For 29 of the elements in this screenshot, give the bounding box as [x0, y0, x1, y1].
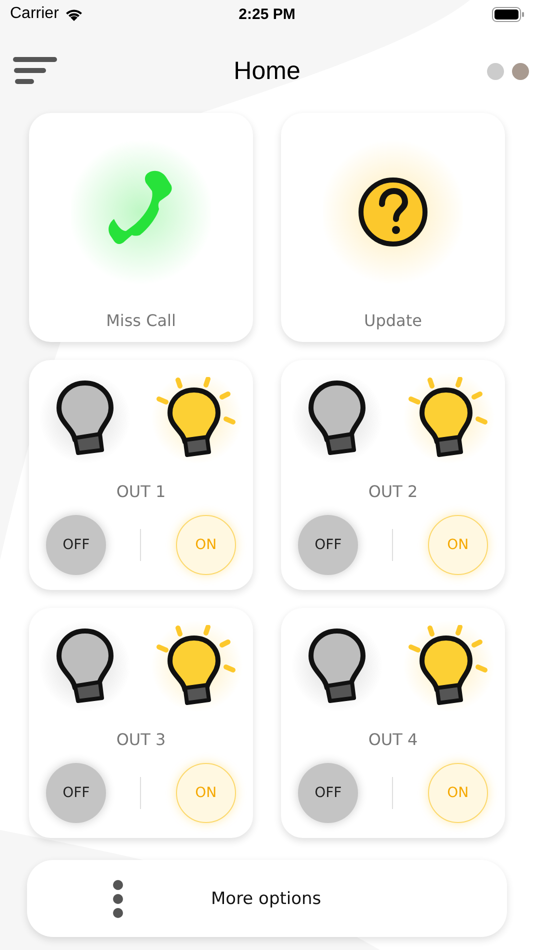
- battery-icon: [492, 6, 524, 22]
- output-name: OUT 3: [116, 730, 166, 749]
- lightbulb-off-icon: [55, 628, 115, 704]
- clock-text: 2:25 PM: [238, 6, 296, 22]
- more-vertical-icon: [112, 878, 124, 918]
- off-button[interactable]: OFF: [46, 515, 106, 575]
- tile-label: Miss Call: [106, 311, 176, 330]
- carrier-text: Carrier: [10, 5, 59, 23]
- output-name: OUT 4: [368, 730, 418, 749]
- output-name: OUT 2: [368, 482, 418, 501]
- page-title: Home: [234, 56, 300, 86]
- lightbulb-off-icon: [307, 628, 367, 704]
- wifi-icon: [64, 7, 84, 21]
- off-button[interactable]: OFF: [46, 763, 106, 823]
- menu-icon[interactable]: [13, 57, 57, 85]
- off-button[interactable]: OFF: [298, 515, 358, 575]
- tile-label: Update: [364, 311, 422, 330]
- lightbulb-on-icon: [156, 377, 238, 459]
- tile-card[interactable]: Update: [281, 113, 505, 342]
- lightbulb-on-icon: [408, 625, 490, 707]
- question-icon: [358, 177, 428, 247]
- lightbulb-off-icon: [55, 380, 115, 456]
- lightbulb-on-icon: [156, 625, 238, 707]
- output-name: OUT 1: [116, 482, 166, 501]
- more-options-button[interactable]: More options: [27, 860, 507, 937]
- lightbulb-on-icon: [408, 377, 490, 459]
- lightbulb-off-icon: [307, 380, 367, 456]
- tile-card[interactable]: Miss Call: [29, 113, 253, 342]
- off-button[interactable]: OFF: [298, 763, 358, 823]
